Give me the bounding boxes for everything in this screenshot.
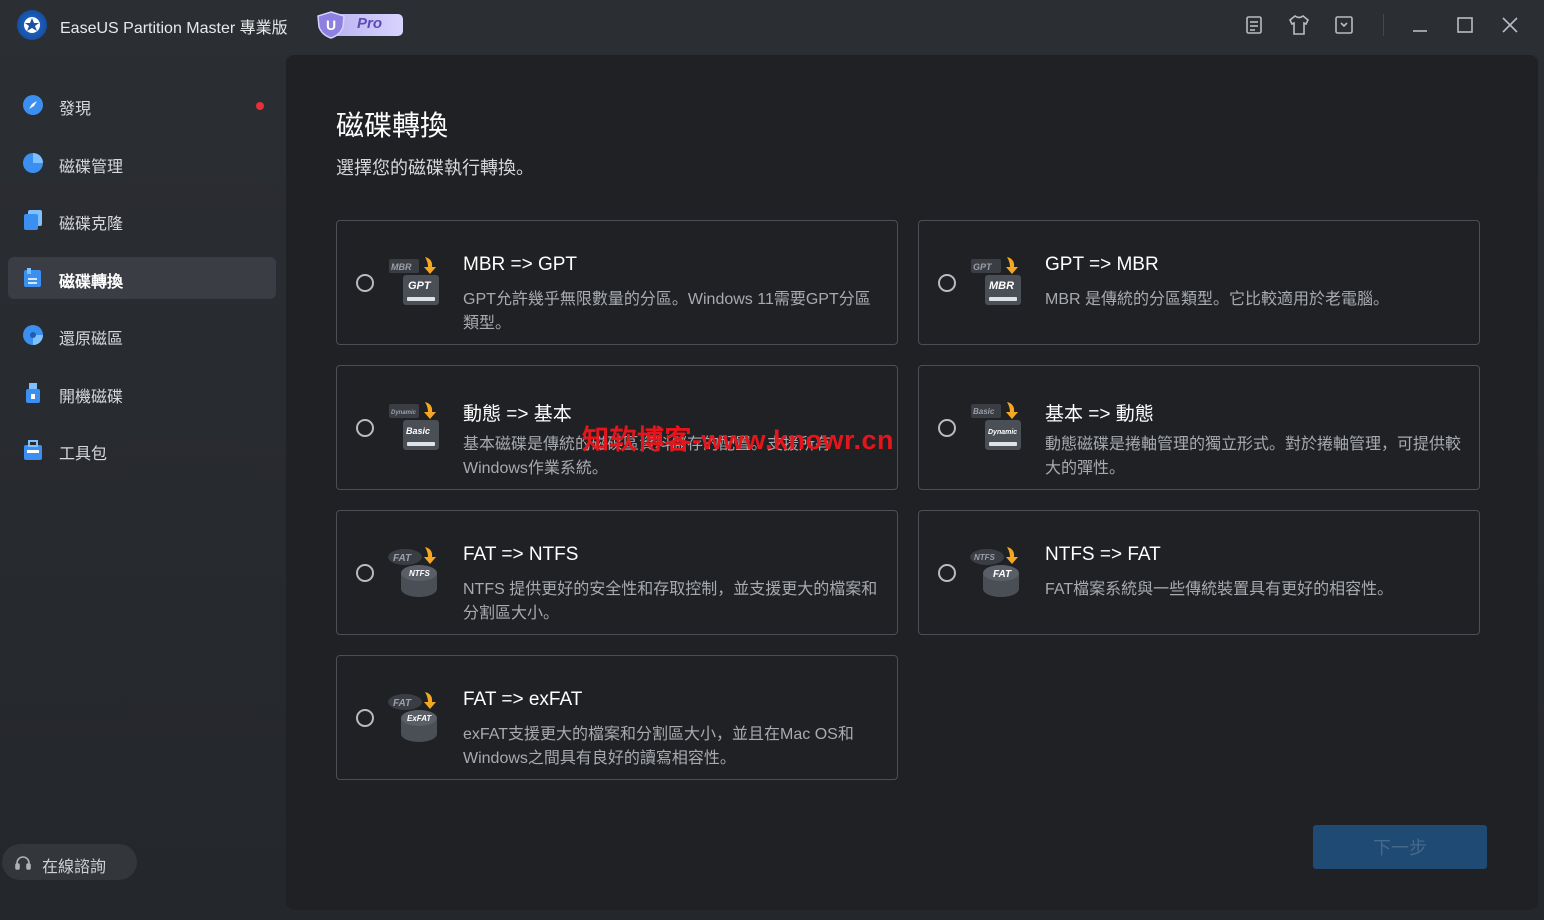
option-card-ntfs-to-fat[interactable]: NTFS FAT NTFS => FAT FAT檔案系統與一些傳統裝置具有更好的… — [918, 510, 1480, 635]
svg-text:MBR: MBR — [391, 262, 412, 272]
option-radio[interactable] — [938, 564, 956, 582]
svg-text:Dynamic: Dynamic — [391, 410, 417, 416]
option-title: NTFS => FAT — [1045, 544, 1161, 565]
basic-to-dynamic-icon: Basic Dynamic — [971, 402, 1021, 450]
option-description: exFAT支援更大的檔案和分割區大小，並且在Mac OS和Windows之間具有… — [463, 726, 854, 767]
option-title: 基本 => 動態 — [1045, 404, 1154, 425]
svg-text:GPT: GPT — [408, 280, 432, 292]
svg-text:FAT: FAT — [393, 698, 412, 709]
dynamic-to-basic-icon: Dynamic Basic — [389, 402, 439, 450]
title-bar: EaseUS Partition Master 專業版 U Pro — [0, 0, 1544, 52]
sidebar-item-disk-management[interactable]: 磁碟管理 — [8, 142, 276, 184]
maximize-icon[interactable] — [1452, 12, 1478, 38]
sidebar-item-label: 磁碟管理 — [59, 159, 124, 176]
fat-to-exfat-icon: FAT ExFAT — [388, 692, 437, 742]
svg-text:Basic: Basic — [406, 426, 430, 436]
option-description: MBR 是傳統的分區類型。它比較適用於老電腦。 — [1045, 291, 1390, 308]
save-icon[interactable] — [1331, 12, 1357, 38]
sidebar-item-discover[interactable]: 發現 — [8, 84, 276, 126]
sidebar-item-label: 工具包 — [59, 446, 108, 463]
sidebar-item-label: 磁碟轉換 — [59, 274, 124, 291]
next-button[interactable]: 下一步 — [1313, 825, 1487, 869]
option-title: FAT => NTFS — [463, 544, 579, 565]
headset-icon — [15, 856, 31, 870]
fat-to-ntfs-icon: FAT NTFS — [388, 547, 437, 597]
sidebar-item-disk-convert[interactable]: 磁碟轉換 — [8, 257, 276, 299]
notification-dot — [256, 102, 264, 110]
pro-badge: U Pro — [316, 11, 404, 39]
option-radio[interactable] — [356, 419, 374, 437]
ntfs-to-fat-icon: NTFS FAT — [970, 547, 1019, 597]
app-title: EaseUS Partition Master 專業版 — [60, 20, 288, 37]
online-consult-button[interactable]: 在線諮詢 — [2, 844, 137, 880]
titlebar-divider — [1383, 14, 1384, 36]
option-card-mbr-to-gpt[interactable]: MBR GPT MBR => GPT GPT允許幾乎無限數量的分區。Window… — [336, 220, 898, 345]
sidebar-item-label: 磁碟克隆 — [59, 216, 124, 233]
page-subtitle: 選擇您的磁碟執行轉換。 — [336, 158, 534, 179]
clone-icon — [24, 210, 42, 230]
gpt-to-mbr-icon: GPT MBR — [971, 257, 1021, 305]
option-radio[interactable] — [356, 274, 374, 292]
svg-text:Dynamic: Dynamic — [988, 429, 1017, 436]
main-panel: 磁碟轉換 選擇您的磁碟執行轉換。 MBR GPT MBR => GPT GPT允… — [286, 55, 1538, 910]
option-card-fat-to-exfat[interactable]: FAT ExFAT FAT => exFAT exFAT支援更大的檔案和分割區大… — [336, 655, 898, 780]
convert-icon — [24, 268, 41, 287]
option-title: GPT => MBR — [1045, 254, 1159, 275]
option-title: FAT => exFAT — [463, 689, 583, 710]
close-icon[interactable] — [1497, 12, 1523, 38]
option-card-gpt-to-mbr[interactable]: GPT MBR GPT => MBR MBR 是傳統的分區類型。它比較適用於老電… — [918, 220, 1480, 345]
recover-icon — [23, 325, 43, 345]
svg-text:ExFAT: ExFAT — [407, 714, 432, 723]
sidebar-item-boot-disk[interactable]: 開機磁碟 — [8, 372, 276, 414]
sidebar-item-label: 發現 — [59, 101, 92, 118]
svg-text:MBR: MBR — [989, 280, 1014, 292]
option-description: GPT允許幾乎無限數量的分區。Windows 11需要GPT分區類型。 — [463, 291, 871, 332]
option-description: NTFS 提供更好的安全性和存取控制，並支援更大的檔案和分割區大小。 — [463, 581, 878, 622]
usb-icon — [26, 383, 40, 403]
svg-text:FAT: FAT — [393, 553, 412, 564]
pie-chart-icon — [23, 153, 43, 173]
sidebar-item-label: 開機磁碟 — [59, 389, 124, 406]
option-card-basic-to-dynamic[interactable]: Basic Dynamic 基本 => 動態 動態磁碟是捲軸管理的獨立形式。對於… — [918, 365, 1480, 490]
online-consult-label: 在線諮詢 — [42, 859, 107, 876]
minimize-icon[interactable] — [1407, 12, 1433, 38]
svg-text:U: U — [326, 17, 336, 33]
pro-label: Pro — [357, 15, 383, 32]
shield-icon: U — [317, 11, 345, 39]
compass-icon — [23, 95, 43, 115]
sidebar-item-recover-partition[interactable]: 還原磁區 — [8, 314, 276, 356]
shirt-icon[interactable] — [1286, 12, 1312, 38]
sidebar-item-label: 還原磁區 — [59, 331, 124, 348]
option-title: MBR => GPT — [463, 254, 578, 275]
svg-text:FAT: FAT — [993, 569, 1012, 580]
toolbox-icon — [24, 440, 42, 460]
svg-text:Basic: Basic — [973, 407, 995, 416]
option-radio[interactable] — [356, 564, 374, 582]
option-radio[interactable] — [938, 274, 956, 292]
page-title: 磁碟轉換 — [336, 109, 449, 142]
svg-text:GPT: GPT — [973, 262, 993, 272]
easeus-logo-icon — [17, 10, 47, 40]
option-description: 動態磁碟是捲軸管理的獨立形式。對於捲軸管理，可提供較大的彈性。 — [1045, 436, 1462, 477]
option-radio[interactable] — [938, 419, 956, 437]
option-card-fat-to-ntfs[interactable]: FAT NTFS FAT => NTFS NTFS 提供更好的安全性和存取控制，… — [336, 510, 898, 635]
mbr-to-gpt-icon: MBR GPT — [389, 257, 439, 305]
watermark-text: 知软博客-www.knowr.cn — [582, 425, 895, 455]
svg-text:NTFS: NTFS — [409, 569, 431, 578]
sidebar-item-disk-clone[interactable]: 磁碟克隆 — [8, 199, 276, 241]
option-radio[interactable] — [356, 709, 374, 727]
notes-icon[interactable] — [1241, 12, 1267, 38]
sidebar: 發現 磁碟管理 磁碟克隆 磁碟轉換 還原磁區 開機磁碟 工具包 在線諮詢 — [0, 52, 285, 920]
option-description: FAT檔案系統與一些傳統裝置具有更好的相容性。 — [1045, 581, 1394, 598]
svg-text:NTFS: NTFS — [974, 553, 996, 562]
option-title: 動態 => 基本 — [463, 404, 572, 425]
sidebar-item-toolbox[interactable]: 工具包 — [8, 429, 276, 471]
